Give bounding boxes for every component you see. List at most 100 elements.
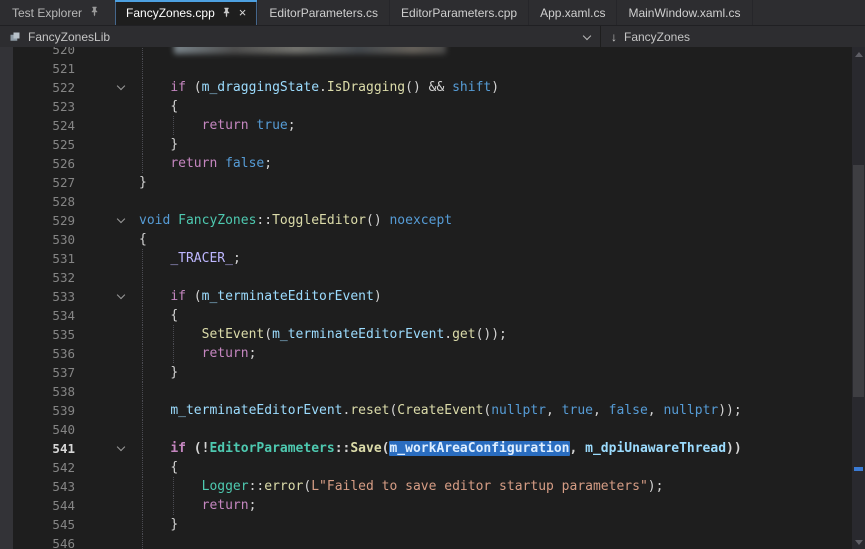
code-line[interactable]: 541 if (!EditorParameters::Save(m_workAr… [0,439,851,458]
breakpoint-margin[interactable] [0,344,13,363]
code-text[interactable]: { [131,97,851,116]
tab-editorparameters-cpp[interactable]: EditorParameters.cpp [390,0,529,25]
code-line[interactable]: 533 if (m_terminateEditorEvent) [0,287,851,306]
breakpoint-margin[interactable] [0,192,13,211]
breakpoint-margin[interactable] [0,382,13,401]
breakpoint-margin[interactable] [0,230,13,249]
tool-window-tab-test-explorer[interactable]: Test Explorer [0,0,112,25]
code-text[interactable]: return false; [131,154,851,173]
code-text[interactable]: SetEvent(m_terminateEditorEvent.get()); [131,325,851,344]
line-number[interactable]: 522 [13,78,75,97]
breakpoint-margin[interactable] [0,534,13,549]
code-editor[interactable]: 520 521522 if (m_draggingState.IsDraggin… [0,47,865,549]
line-number[interactable]: 539 [13,401,75,420]
line-number[interactable]: 520 [13,47,75,59]
tab-editorparameters-cs[interactable]: EditorParameters.cs [258,0,390,25]
line-number[interactable]: 536 [13,344,75,363]
code-text[interactable]: if (m_terminateEditorEvent) [131,287,851,306]
code-line[interactable]: 545 } [0,515,851,534]
code-line[interactable]: 532 [0,268,851,287]
breakpoint-margin[interactable] [0,306,13,325]
code-text[interactable] [131,192,851,211]
code-text[interactable]: { [131,230,851,249]
breakpoint-margin[interactable] [0,363,13,382]
code-text[interactable]: if (!EditorParameters::Save(m_workAreaCo… [131,439,851,458]
code-line[interactable]: 525 } [0,135,851,154]
line-number[interactable]: 533 [13,287,75,306]
vertical-scrollbar[interactable] [851,47,865,549]
code-text[interactable] [131,47,851,59]
code-line[interactable]: 521 [0,59,851,78]
code-text[interactable]: m_terminateEditorEvent.reset(CreateEvent… [131,401,851,420]
line-number[interactable]: 543 [13,477,75,496]
code-text[interactable]: Logger::error(L"Failed to save editor st… [131,477,851,496]
code-text[interactable]: } [131,173,851,192]
collapse-chevron-icon[interactable] [117,82,125,90]
code-text[interactable]: { [131,458,851,477]
code-text[interactable]: } [131,135,851,154]
collapse-chevron-icon[interactable] [117,215,125,223]
line-number[interactable]: 524 [13,116,75,135]
breakpoint-margin[interactable] [0,249,13,268]
line-number[interactable]: 525 [13,135,75,154]
code-text[interactable]: return; [131,344,851,363]
line-number[interactable]: 527 [13,173,75,192]
code-text[interactable] [131,268,851,287]
line-number[interactable]: 529 [13,211,75,230]
tab-app-xaml-cs[interactable]: App.xaml.cs [529,0,617,25]
line-number[interactable]: 542 [13,458,75,477]
breakpoint-margin[interactable] [0,477,13,496]
line-number[interactable]: 531 [13,249,75,268]
code-line[interactable]: 522 if (m_draggingState.IsDragging() && … [0,78,851,97]
code-line[interactable]: 534 { [0,306,851,325]
scrollbar-down-button[interactable] [852,535,865,549]
breakpoint-margin[interactable] [0,287,13,306]
line-number[interactable]: 546 [13,534,75,549]
code-line[interactable]: 536 return; [0,344,851,363]
code-line[interactable]: 527} [0,173,851,192]
code-text[interactable]: return; [131,496,851,515]
breakpoint-margin[interactable] [0,439,13,458]
breakpoint-margin[interactable] [0,496,13,515]
collapse-chevron-icon[interactable] [117,291,125,299]
breakpoint-margin[interactable] [0,78,13,97]
collapse-chevron-icon[interactable] [117,443,125,451]
code-text[interactable]: return true; [131,116,851,135]
line-number[interactable]: 541 [13,439,75,458]
scrollbar-thumb[interactable] [853,165,864,397]
line-number[interactable]: 538 [13,382,75,401]
code-text[interactable]: void FancyZones::ToggleEditor() noexcept [131,211,851,230]
breakpoint-margin[interactable] [0,116,13,135]
member-dropdown[interactable]: ↓ FancyZones [601,26,865,47]
line-number[interactable]: 532 [13,268,75,287]
code-line[interactable]: 542 { [0,458,851,477]
code-line[interactable]: 544 return; [0,496,851,515]
close-icon[interactable]: × [239,6,247,19]
code-text[interactable]: } [131,515,851,534]
breakpoint-margin[interactable] [0,401,13,420]
pin-icon[interactable] [89,6,100,17]
code-line[interactable]: 543 Logger::error(L"Failed to save edito… [0,477,851,496]
breakpoint-margin[interactable] [0,97,13,116]
code-line[interactable]: 538 [0,382,851,401]
code-line[interactable]: 539 m_terminateEditorEvent.reset(CreateE… [0,401,851,420]
breakpoint-margin[interactable] [0,154,13,173]
breakpoint-margin[interactable] [0,211,13,230]
line-number[interactable]: 521 [13,59,75,78]
code-line[interactable]: 537 } [0,363,851,382]
code-line[interactable]: 530{ [0,230,851,249]
breakpoint-margin[interactable] [0,268,13,287]
code-text[interactable]: } [131,363,851,382]
code-text[interactable]: _TRACER_; [131,249,851,268]
code-text[interactable] [131,534,851,549]
breakpoint-margin[interactable] [0,515,13,534]
code-text[interactable]: { [131,306,851,325]
code-text[interactable] [131,382,851,401]
line-number[interactable]: 534 [13,306,75,325]
tab-fancyzones-cpp[interactable]: FancyZones.cpp× [115,0,258,25]
line-number[interactable]: 523 [13,97,75,116]
code-line[interactable]: 529 void FancyZones::ToggleEditor() noexc… [0,211,851,230]
code-text[interactable] [131,59,851,78]
line-number[interactable]: 526 [13,154,75,173]
code-line[interactable]: 520 [0,47,851,59]
